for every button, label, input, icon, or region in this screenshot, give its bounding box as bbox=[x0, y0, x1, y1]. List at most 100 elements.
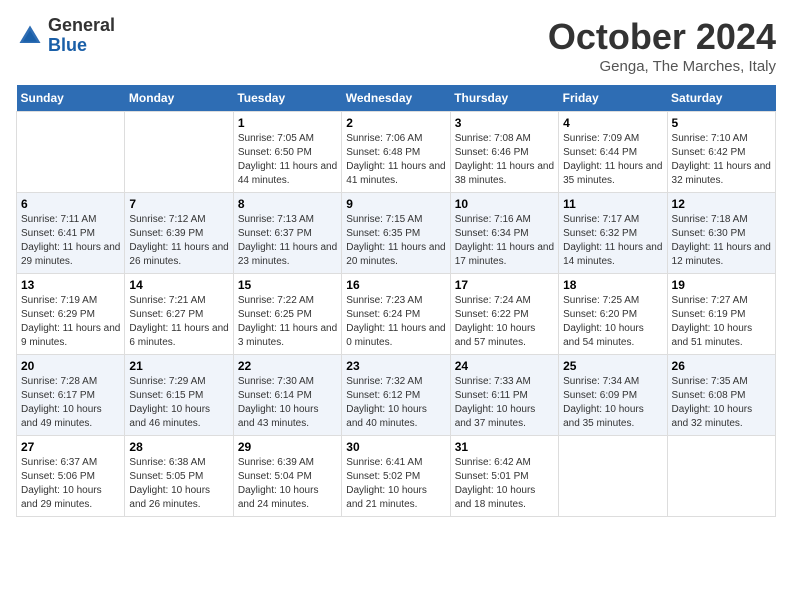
calendar-cell: 1 Sunrise: 7:05 AM Sunset: 6:50 PM Daylig… bbox=[233, 112, 341, 193]
calendar-cell: 19Sunrise: 7:27 AM Sunset: 6:19 PM Dayli… bbox=[667, 274, 775, 355]
day-number: 7 bbox=[129, 197, 228, 211]
day-number: 19 bbox=[672, 278, 771, 292]
day-info: Sunrise: 7:13 AM Sunset: 6:37 PM Dayligh… bbox=[238, 213, 337, 269]
day-info: Sunrise: 7:29 AM Sunset: 6:15 PM Dayligh… bbox=[129, 375, 228, 431]
header-day-wednesday: Wednesday bbox=[342, 85, 450, 112]
header-day-tuesday: Tuesday bbox=[233, 85, 341, 112]
day-info: Sunrise: 6:41 AM Sunset: 5:02 PM Dayligh… bbox=[346, 456, 445, 512]
day-number: 3 bbox=[455, 116, 554, 130]
day-info: Sunrise: 7:18 AM Sunset: 6:30 PM Dayligh… bbox=[672, 213, 771, 269]
calendar-cell: 23 Sunrise: 7:32 AM Sunset: 6:12 PM Dayli… bbox=[342, 355, 450, 436]
calendar-table: SundayMondayTuesdayWednesdayThursdayFrid… bbox=[16, 85, 776, 517]
week-row-1: 1 Sunrise: 7:05 AM Sunset: 6:50 PM Daylig… bbox=[17, 112, 776, 193]
calendar-cell: 24Sunrise: 7:33 AM Sunset: 6:11 PM Dayli… bbox=[450, 355, 558, 436]
header-day-sunday: Sunday bbox=[17, 85, 125, 112]
calendar-cell bbox=[559, 436, 667, 517]
day-info: Sunrise: 7:11 AM Sunset: 6:41 PM Dayligh… bbox=[21, 213, 120, 269]
day-info: Sunrise: 7:08 AM Sunset: 6:46 PM Dayligh… bbox=[455, 132, 554, 188]
calendar-cell: 14 Sunrise: 7:21 AM Sunset: 6:27 PM Dayli… bbox=[125, 274, 233, 355]
logo-text: General Blue bbox=[48, 16, 115, 56]
header-day-thursday: Thursday bbox=[450, 85, 558, 112]
calendar-cell: 22 Sunrise: 7:30 AM Sunset: 6:14 PM Dayli… bbox=[233, 355, 341, 436]
calendar-cell bbox=[667, 436, 775, 517]
week-row-4: 20 Sunrise: 7:28 AM Sunset: 6:17 PM Dayli… bbox=[17, 355, 776, 436]
calendar-cell: 30 Sunrise: 6:41 AM Sunset: 5:02 PM Dayli… bbox=[342, 436, 450, 517]
day-number: 1 bbox=[238, 116, 337, 130]
day-info: Sunrise: 7:21 AM Sunset: 6:27 PM Dayligh… bbox=[129, 294, 228, 350]
day-info: Sunrise: 7:05 AM Sunset: 6:50 PM Dayligh… bbox=[238, 132, 337, 188]
calendar-cell: 26 Sunrise: 7:35 AM Sunset: 6:08 PM Dayli… bbox=[667, 355, 775, 436]
title-block: October 2024 Genga, The Marches, Italy bbox=[548, 16, 776, 75]
day-number: 20 bbox=[21, 359, 120, 373]
header-day-saturday: Saturday bbox=[667, 85, 775, 112]
day-number: 2 bbox=[346, 116, 445, 130]
calendar-cell: 29 Sunrise: 6:39 AM Sunset: 5:04 PM Dayli… bbox=[233, 436, 341, 517]
day-number: 25 bbox=[563, 359, 662, 373]
calendar-cell: 21 Sunrise: 7:29 AM Sunset: 6:15 PM Dayli… bbox=[125, 355, 233, 436]
day-info: Sunrise: 7:28 AM Sunset: 6:17 PM Dayligh… bbox=[21, 375, 120, 431]
day-number: 22 bbox=[238, 359, 337, 373]
logo-general: General bbox=[48, 16, 115, 36]
day-number: 18 bbox=[563, 278, 662, 292]
day-info: Sunrise: 7:30 AM Sunset: 6:14 PM Dayligh… bbox=[238, 375, 337, 431]
week-row-3: 13 Sunrise: 7:19 AM Sunset: 6:29 PM Dayli… bbox=[17, 274, 776, 355]
day-number: 29 bbox=[238, 440, 337, 454]
day-number: 6 bbox=[21, 197, 120, 211]
day-number: 8 bbox=[238, 197, 337, 211]
calendar-cell: 7 Sunrise: 7:12 AM Sunset: 6:39 PM Daylig… bbox=[125, 193, 233, 274]
day-number: 17 bbox=[455, 278, 554, 292]
day-number: 4 bbox=[563, 116, 662, 130]
logo-icon bbox=[16, 22, 44, 50]
day-info: Sunrise: 6:39 AM Sunset: 5:04 PM Dayligh… bbox=[238, 456, 337, 512]
day-number: 12 bbox=[672, 197, 771, 211]
header-day-friday: Friday bbox=[559, 85, 667, 112]
day-number: 26 bbox=[672, 359, 771, 373]
calendar-cell: 6 Sunrise: 7:11 AM Sunset: 6:41 PM Daylig… bbox=[17, 193, 125, 274]
day-number: 21 bbox=[129, 359, 228, 373]
day-number: 16 bbox=[346, 278, 445, 292]
day-info: Sunrise: 7:32 AM Sunset: 6:12 PM Dayligh… bbox=[346, 375, 445, 431]
calendar-cell: 13 Sunrise: 7:19 AM Sunset: 6:29 PM Dayli… bbox=[17, 274, 125, 355]
week-row-2: 6 Sunrise: 7:11 AM Sunset: 6:41 PM Daylig… bbox=[17, 193, 776, 274]
calendar-cell: 27Sunrise: 6:37 AM Sunset: 5:06 PM Dayli… bbox=[17, 436, 125, 517]
day-number: 14 bbox=[129, 278, 228, 292]
calendar-cell: 15Sunrise: 7:22 AM Sunset: 6:25 PM Dayli… bbox=[233, 274, 341, 355]
week-row-5: 27Sunrise: 6:37 AM Sunset: 5:06 PM Dayli… bbox=[17, 436, 776, 517]
calendar-cell bbox=[125, 112, 233, 193]
calendar-header-row: SundayMondayTuesdayWednesdayThursdayFrid… bbox=[17, 85, 776, 112]
day-info: Sunrise: 7:17 AM Sunset: 6:32 PM Dayligh… bbox=[563, 213, 662, 269]
calendar-cell: 18 Sunrise: 7:25 AM Sunset: 6:20 PM Dayli… bbox=[559, 274, 667, 355]
calendar-cell: 16 Sunrise: 7:23 AM Sunset: 6:24 PM Dayli… bbox=[342, 274, 450, 355]
calendar-cell: 20 Sunrise: 7:28 AM Sunset: 6:17 PM Dayli… bbox=[17, 355, 125, 436]
day-info: Sunrise: 7:12 AM Sunset: 6:39 PM Dayligh… bbox=[129, 213, 228, 269]
day-info: Sunrise: 7:25 AM Sunset: 6:20 PM Dayligh… bbox=[563, 294, 662, 350]
calendar-cell: 2 Sunrise: 7:06 AM Sunset: 6:48 PM Daylig… bbox=[342, 112, 450, 193]
day-info: Sunrise: 7:34 AM Sunset: 6:09 PM Dayligh… bbox=[563, 375, 662, 431]
calendar-cell: 28Sunrise: 6:38 AM Sunset: 5:05 PM Dayli… bbox=[125, 436, 233, 517]
day-number: 23 bbox=[346, 359, 445, 373]
page-header: General Blue October 2024 Genga, The Mar… bbox=[16, 16, 776, 75]
day-info: Sunrise: 7:06 AM Sunset: 6:48 PM Dayligh… bbox=[346, 132, 445, 188]
calendar-cell: 8 Sunrise: 7:13 AM Sunset: 6:37 PM Daylig… bbox=[233, 193, 341, 274]
day-info: Sunrise: 7:35 AM Sunset: 6:08 PM Dayligh… bbox=[672, 375, 771, 431]
calendar-cell: 11 Sunrise: 7:17 AM Sunset: 6:32 PM Dayli… bbox=[559, 193, 667, 274]
logo-blue: Blue bbox=[48, 36, 115, 56]
day-number: 31 bbox=[455, 440, 554, 454]
header-day-monday: Monday bbox=[125, 85, 233, 112]
month-title: October 2024 bbox=[548, 16, 776, 58]
day-number: 30 bbox=[346, 440, 445, 454]
day-info: Sunrise: 7:16 AM Sunset: 6:34 PM Dayligh… bbox=[455, 213, 554, 269]
day-number: 11 bbox=[563, 197, 662, 211]
day-number: 9 bbox=[346, 197, 445, 211]
day-info: Sunrise: 7:09 AM Sunset: 6:44 PM Dayligh… bbox=[563, 132, 662, 188]
calendar-cell: 31Sunrise: 6:42 AM Sunset: 5:01 PM Dayli… bbox=[450, 436, 558, 517]
day-info: Sunrise: 7:19 AM Sunset: 6:29 PM Dayligh… bbox=[21, 294, 120, 350]
calendar-cell: 25 Sunrise: 7:34 AM Sunset: 6:09 PM Dayli… bbox=[559, 355, 667, 436]
day-info: Sunrise: 7:22 AM Sunset: 6:25 PM Dayligh… bbox=[238, 294, 337, 350]
day-info: Sunrise: 7:24 AM Sunset: 6:22 PM Dayligh… bbox=[455, 294, 554, 350]
day-info: Sunrise: 6:38 AM Sunset: 5:05 PM Dayligh… bbox=[129, 456, 228, 512]
calendar-cell: 4 Sunrise: 7:09 AM Sunset: 6:44 PM Daylig… bbox=[559, 112, 667, 193]
day-number: 13 bbox=[21, 278, 120, 292]
day-info: Sunrise: 7:23 AM Sunset: 6:24 PM Dayligh… bbox=[346, 294, 445, 350]
calendar-cell: 3 Sunrise: 7:08 AM Sunset: 6:46 PM Daylig… bbox=[450, 112, 558, 193]
